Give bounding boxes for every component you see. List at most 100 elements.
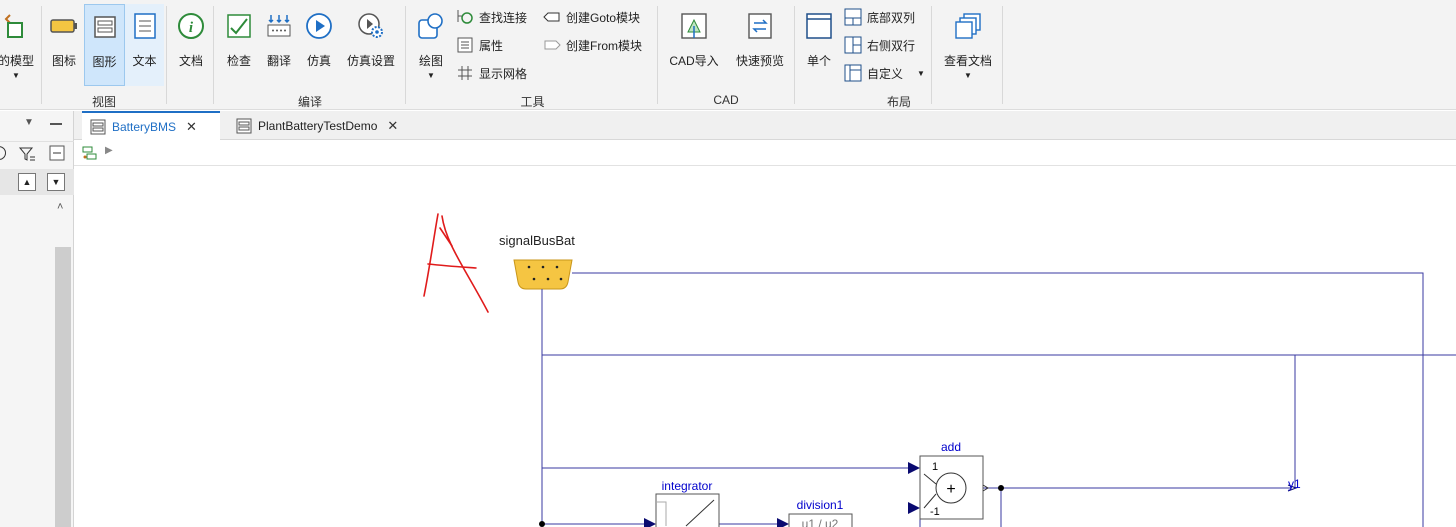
stacked-windows-icon: [954, 12, 982, 40]
separator: [657, 6, 658, 104]
separator: [405, 6, 406, 104]
integrator-block-name: integrator: [662, 479, 713, 493]
find-connection-icon: [456, 8, 474, 26]
battery-icon: [50, 12, 78, 40]
sim-settings-button[interactable]: 仿真设置: [342, 4, 400, 86]
custom-layout-label: 自定义: [867, 66, 904, 81]
move-up-button[interactable]: ▲: [18, 173, 36, 191]
create-goto-button[interactable]: 创建Goto模块: [543, 6, 640, 28]
tab-plantbatterytestdemo[interactable]: PlantBatteryTestDemo ✕: [228, 111, 418, 140]
custom-layout-button[interactable]: 自定义 ▼: [844, 62, 925, 84]
panel-dropdown-icon[interactable]: ▼: [24, 117, 34, 128]
right-two-rows-label: 右侧双行: [867, 38, 916, 53]
check-button[interactable]: 检查: [220, 4, 258, 86]
graphic-view-button[interactable]: 图形: [84, 4, 125, 86]
breadcrumb-arrow-icon[interactable]: ▶: [105, 145, 113, 156]
tab-label: BatteryBMS: [112, 119, 177, 134]
single-layout-button[interactable]: 单个: [801, 4, 837, 86]
add-block-name: add: [941, 440, 961, 454]
add-block[interactable]: add 1 -1 +: [919, 440, 989, 520]
junction-dot: [998, 485, 1004, 491]
close-icon[interactable]: ✕: [186, 119, 197, 135]
text-view-button[interactable]: 文本: [125, 4, 164, 86]
quick-preview-button[interactable]: 快速预览: [732, 4, 788, 86]
diagram-svg: signalBusBat add 1 -1 + integrator divis…: [423, 213, 1456, 527]
layout-group-label: 布局: [886, 95, 911, 109]
close-icon[interactable]: ✕: [387, 118, 398, 134]
division-block-name: division1: [797, 498, 844, 512]
documentation-label: 文档: [178, 54, 203, 68]
division-block[interactable]: division1 u1 / u2: [788, 498, 853, 527]
model-button[interactable]: 的模型 ▼: [0, 4, 40, 86]
properties-icon: [456, 36, 474, 54]
output-y1-label: y1: [1288, 477, 1301, 491]
panel-nav-bar: ▲ ▼: [0, 169, 74, 195]
compile-group-label: 编译: [297, 95, 322, 109]
create-from-label: 创建From模块: [566, 38, 642, 53]
separator: [1002, 6, 1003, 104]
bottom-split-icon: [844, 8, 862, 26]
diagram-icon: [91, 13, 119, 41]
ribbon-toolbar: 的模型 ▼ 图标 图形 文本 视图 i 文档 检查 翻译 仿真 仿真设置 编译 …: [0, 0, 1456, 110]
collapse-all-icon[interactable]: [49, 145, 65, 161]
view-docs-label: 查看文档: [943, 54, 992, 68]
draw-button[interactable]: 绘图 ▼: [411, 4, 451, 86]
scroll-up-arrow-icon[interactable]: ˄: [57, 201, 63, 213]
minimize-icon[interactable]: [50, 123, 62, 125]
find-connection-button[interactable]: 查找连接: [456, 6, 527, 28]
model-icon: [2, 12, 30, 40]
signal-bus-label: signalBusBat: [499, 233, 575, 248]
icon-view-button[interactable]: 图标: [44, 4, 84, 86]
show-grid-button[interactable]: 显示网格: [456, 62, 527, 84]
goto-block-icon: [543, 8, 561, 26]
cad-import-button[interactable]: CAD导入: [666, 4, 722, 86]
left-panel: ▼ ▲ ▼ ˄: [0, 111, 74, 527]
graphic-view-label: 图形: [92, 55, 117, 69]
search-icon[interactable]: [0, 146, 6, 160]
right-two-rows-button[interactable]: 右侧双行: [844, 34, 915, 56]
play-icon: [305, 12, 333, 40]
text-doc-icon: [131, 12, 159, 40]
simulate-button[interactable]: 仿真: [300, 4, 338, 86]
cad-group-label: CAD: [713, 93, 739, 107]
separator: [213, 6, 214, 104]
panel-toolbar: [0, 141, 74, 167]
diagram-canvas[interactable]: signalBusBat add 1 -1 + integrator divis…: [74, 166, 1456, 527]
view-docs-button[interactable]: 查看文档 ▼: [940, 4, 996, 86]
check-icon: [225, 12, 253, 40]
create-from-button[interactable]: 创建From模块: [543, 34, 642, 56]
integrator-block[interactable]: integrator: [655, 479, 720, 527]
translate-button[interactable]: 翻译: [260, 4, 298, 86]
cad-import-label: CAD导入: [669, 54, 719, 68]
document-tabs: BatteryBMS ✕ PlantBatteryTestDemo ✕: [74, 111, 1456, 140]
view-group-label: 视图: [91, 95, 116, 109]
tools-group-label: 工具: [520, 95, 545, 109]
bottom-two-cols-button[interactable]: 底部双列: [844, 6, 915, 28]
documentation-button[interactable]: i 文档: [172, 4, 210, 86]
check-label: 检查: [226, 54, 251, 68]
quick-preview-icon: [746, 12, 774, 40]
vertical-scrollbar-thumb[interactable]: [55, 247, 71, 527]
draw-shapes-icon: [417, 12, 445, 40]
quick-preview-label: 快速预览: [735, 54, 784, 68]
find-connection-label: 查找连接: [479, 10, 528, 25]
bottom-two-cols-label: 底部双列: [867, 10, 916, 25]
filter-icon[interactable]: [18, 145, 36, 163]
component-browser-icon[interactable]: [82, 145, 98, 161]
breadcrumb-bar: ▶: [74, 140, 1456, 166]
settings-gear-icon: [357, 12, 385, 40]
sim-settings-label: 仿真设置: [346, 54, 395, 68]
properties-label: 属性: [479, 38, 504, 53]
from-block-icon: [543, 36, 561, 54]
translate-label: 翻译: [266, 54, 291, 68]
dropdown-arrow-icon: ▼: [12, 71, 20, 80]
model-diagram-icon: [90, 119, 106, 134]
signal-bus-connector[interactable]: [513, 259, 573, 290]
text-view-label: 文本: [132, 54, 157, 68]
single-window-icon: [805, 12, 833, 40]
move-down-button[interactable]: ▼: [47, 173, 65, 191]
properties-button[interactable]: 属性: [456, 34, 503, 56]
grid-icon: [456, 64, 474, 82]
show-grid-label: 显示网格: [479, 66, 528, 81]
tab-batterybms[interactable]: BatteryBMS ✕: [82, 111, 220, 140]
